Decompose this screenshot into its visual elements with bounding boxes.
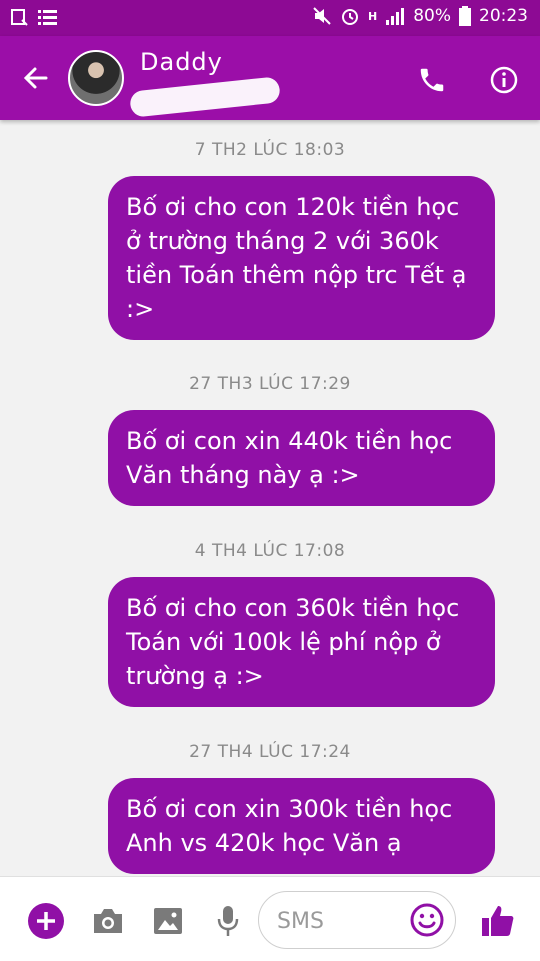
- signal-icon: [386, 8, 405, 25]
- message-bubble[interactable]: Bố ơi con xin 440k tiền học Văn tháng nà…: [108, 410, 495, 506]
- mic-icon: [217, 906, 239, 936]
- info-button[interactable]: [484, 60, 524, 100]
- info-icon: [490, 66, 518, 94]
- camera-button[interactable]: [88, 901, 128, 941]
- message-thread[interactable]: 7 TH2 LÚC 18:03 Bố ơi cho con 120k tiền …: [0, 120, 540, 876]
- network-type: H: [367, 9, 378, 23]
- battery-percent: 80%: [413, 6, 451, 26]
- status-right: H 80% 20:23: [312, 6, 528, 26]
- composer-bar: [0, 876, 540, 961]
- image-icon: [154, 908, 182, 934]
- contact-name[interactable]: Daddy: [140, 48, 223, 76]
- screenshot-notification-icon: [11, 9, 28, 26]
- status-left: [10, 8, 58, 26]
- phone-icon: [420, 68, 444, 92]
- thumbs-up-icon: [482, 906, 514, 936]
- sms-input[interactable]: [275, 904, 409, 938]
- message-bubble[interactable]: Bố ơi cho con 120k tiền học ở trường thá…: [108, 176, 495, 340]
- call-button[interactable]: [412, 60, 452, 100]
- gallery-button[interactable]: [148, 901, 188, 941]
- list-notification-icon: [38, 10, 57, 25]
- plus-icon: [28, 903, 64, 939]
- clock: 20:23: [479, 6, 528, 26]
- alarm-icon: [341, 9, 358, 25]
- camera-icon: [94, 909, 122, 933]
- message-timestamp: 4 TH4 LÚC 17:08: [194, 541, 346, 561]
- back-arrow-icon: [23, 67, 48, 89]
- message-timestamp: 27 TH3 LÚC 17:29: [189, 374, 351, 394]
- message-bubble[interactable]: Bố ơi cho con 360k tiền học Toán với 100…: [108, 577, 495, 707]
- mic-button[interactable]: [208, 901, 248, 941]
- status-bar: H 80% 20:23: [0, 0, 540, 36]
- message-timestamp: 27 TH4 LÚC 17:24: [189, 742, 351, 762]
- mute-icon: [313, 7, 331, 25]
- redacted-scribble: [129, 76, 281, 118]
- add-button[interactable]: [26, 901, 66, 941]
- avatar[interactable]: [68, 50, 124, 106]
- message-timestamp: 7 TH2 LÚC 18:03: [194, 140, 346, 160]
- like-button[interactable]: [478, 901, 518, 941]
- message-bubble[interactable]: Bố ơi con xin 300k tiền học Anh vs 420k …: [108, 778, 495, 874]
- battery-icon: [459, 6, 471, 26]
- back-button[interactable]: [18, 60, 54, 96]
- app-bar: Daddy: [0, 36, 540, 120]
- emoji-icon[interactable]: [409, 902, 445, 938]
- sms-input-field[interactable]: [258, 891, 456, 949]
